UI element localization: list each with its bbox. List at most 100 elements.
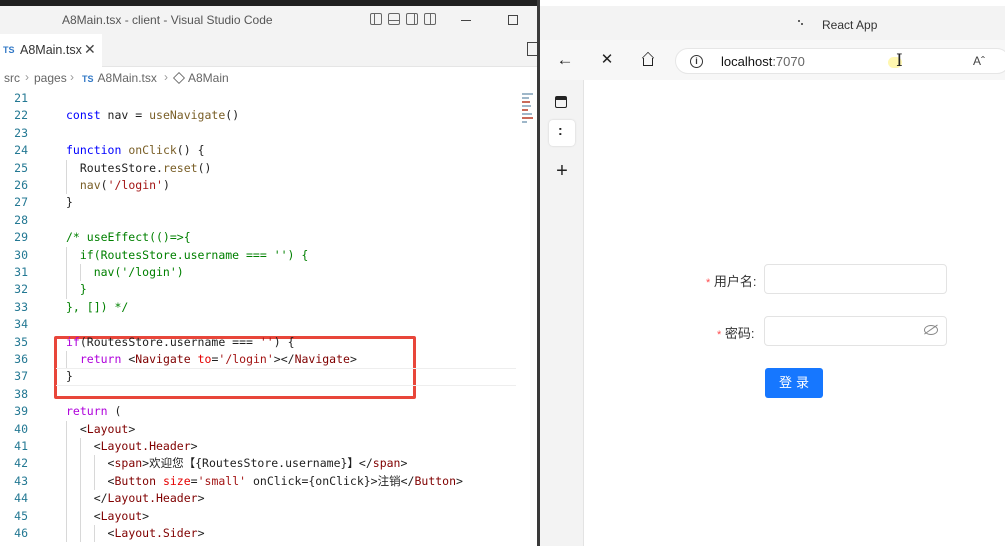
code-line[interactable]: 45 <Layout> [0,507,537,525]
code-line[interactable]: 40 <Layout> [0,420,537,438]
code-line[interactable]: 44 </Layout.Header> [0,490,537,508]
breadcrumb: src › pages › TS A8Main.tsx › A8Main [0,67,537,89]
vscode-titlebar: A8Main.tsx - client - Visual Studio Code [0,6,537,34]
code-line[interactable]: 35 if(RoutesStore.username === '') { [0,334,537,351]
code-text: nav('/login') [79,178,170,192]
eye-invisible-icon[interactable] [924,325,938,335]
vertical-tabs-sidebar: : + [540,80,584,546]
code-line[interactable]: 38 [0,386,537,403]
login-button[interactable]: 登录 [765,368,823,398]
code-text: <Layout> [66,421,136,436]
code-line[interactable]: 31 nav('/login') [0,264,537,282]
code-editor[interactable]: 21 22 const nav = useNavigate() 23 24 functio… [0,89,537,546]
code-line[interactable]: 30 if(RoutesStore.username === '') { [0,246,537,264]
code-line[interactable]: 36 return <Navigate to='/login'></Naviga… [0,351,537,369]
split-editor-icon[interactable] [527,42,537,56]
browser-window: React App ← ✕ i localhost:7070 I Aˆ · : … [537,0,1005,546]
toggle-sidebar-icon[interactable] [370,13,382,25]
line-number: 37 [14,369,28,384]
code-line[interactable]: 21 [0,90,537,107]
line-number: 40 [14,421,28,436]
browser-toolbar: ← ✕ i localhost:7070 I Aˆ · [540,40,1005,80]
code-line[interactable]: 23 [0,125,537,142]
code-text: } [66,369,73,384]
customize-layout-icon[interactable] [424,13,436,25]
code-line[interactable]: 26 nav('/login') [0,177,537,195]
toggle-secondary-sidebar-icon[interactable] [406,13,418,25]
username-input[interactable] [764,264,947,294]
stop-button[interactable]: ✕ [595,49,619,71]
password-input[interactable] [764,316,947,346]
line-number: 30 [14,247,28,262]
maximize-button[interactable] [508,15,518,25]
line-number: 42 [14,456,28,471]
code-line[interactable]: 42 <span>欢迎您【{RoutesStore.username}】</sp… [0,455,537,473]
line-number: 21 [14,91,28,105]
line-number: 27 [14,195,28,210]
breadcrumb-separator: › [70,70,74,84]
tab-a8main[interactable]: TS A8Main.tsx ✕ [0,34,102,67]
username-row: * 用户名: [584,264,1005,294]
code-line[interactable]: 28 [0,212,537,229]
breadcrumb-symbol[interactable]: A8Main [172,71,229,85]
line-number: 29 [14,230,28,245]
code-text: } [66,195,73,210]
code-text: </Layout.Header> [66,491,205,506]
code-line[interactable]: 34 [0,316,537,333]
code-text: <span>欢迎您【{RoutesStore.username}】</span> [66,456,408,471]
line-number: 36 [14,352,28,366]
line-number: 33 [14,299,28,314]
breadcrumb-file[interactable]: TS A8Main.tsx [82,71,157,85]
code-line[interactable]: 33}, []) */ [0,299,537,316]
code-text: return ( [66,404,122,419]
tabs-icon [555,96,567,108]
line-number: 25 [14,160,28,175]
code-line[interactable]: 24 function onClick() { [0,142,537,159]
line-number: 35 [14,334,28,349]
code-line[interactable]: 22 const nav = useNavigate() [0,107,537,124]
line-number: 32 [14,282,28,297]
read-aloud-icon[interactable]: Aˆ [973,54,985,68]
breadcrumb-separator: › [25,70,29,84]
typescript-file-icon: TS [82,74,94,84]
minimize-button[interactable] [461,20,471,21]
address-bar[interactable]: i localhost:7070 I Aˆ · [675,48,1005,74]
page-content: * 用户名: * 密码: 登录 [584,80,1005,546]
breadcrumb-pages[interactable]: pages [34,71,67,85]
code-text: <Layout.Header> [66,439,198,453]
code-line[interactable]: 41 <Layout.Header> [0,438,537,456]
line-number: 45 [14,508,28,523]
breadcrumb-src[interactable]: src [4,71,20,85]
code-line[interactable]: 37} [0,368,537,386]
code-line[interactable]: 32 } [0,281,537,299]
home-icon[interactable] [641,51,655,66]
code-line[interactable]: 25 RoutesStore.reset() [0,159,537,177]
new-tab-button[interactable]: + [549,158,575,184]
code-line[interactable]: 29 /* useEffect(()=>{ [0,229,537,246]
tab-label: A8Main.tsx [20,43,82,57]
toggle-panel-icon[interactable] [388,13,400,25]
tab-actions-button[interactable] [549,89,575,115]
code-text: /* useEffect(()=>{ [66,230,191,245]
back-button[interactable]: ← [553,49,577,71]
code-text: return <Navigate to='/login'></Navigate> [79,352,357,366]
layout-controls [370,13,436,25]
sidebar-tab-react-app[interactable]: : [549,120,575,146]
code-text: const nav = useNavigate() [66,108,240,123]
url-text[interactable]: localhost:7070 [721,54,805,69]
plus-icon: + [556,160,568,182]
vscode-window: A8Main.tsx - client - Visual Studio Code… [0,6,537,546]
code-line[interactable]: 27} [0,194,537,211]
breadcrumb-symbol-label: A8Main [188,71,229,85]
code-line[interactable]: 39 return ( [0,403,537,420]
line-number: 34 [14,317,28,332]
line-number: 28 [14,212,28,227]
code-line[interactable]: 43 <Button size='small' onClick={onClick… [0,472,537,491]
code-line[interactable]: 46 <Layout.Sider> [0,525,537,543]
info-icon[interactable]: i [690,55,703,68]
close-tab-icon[interactable]: ✕ [84,41,96,58]
react-favicon-icon: : [558,122,563,138]
window-title: A8Main.tsx - client - Visual Studio Code [62,13,273,27]
code-text: nav('/login') [66,265,184,279]
line-number: 41 [14,439,28,453]
